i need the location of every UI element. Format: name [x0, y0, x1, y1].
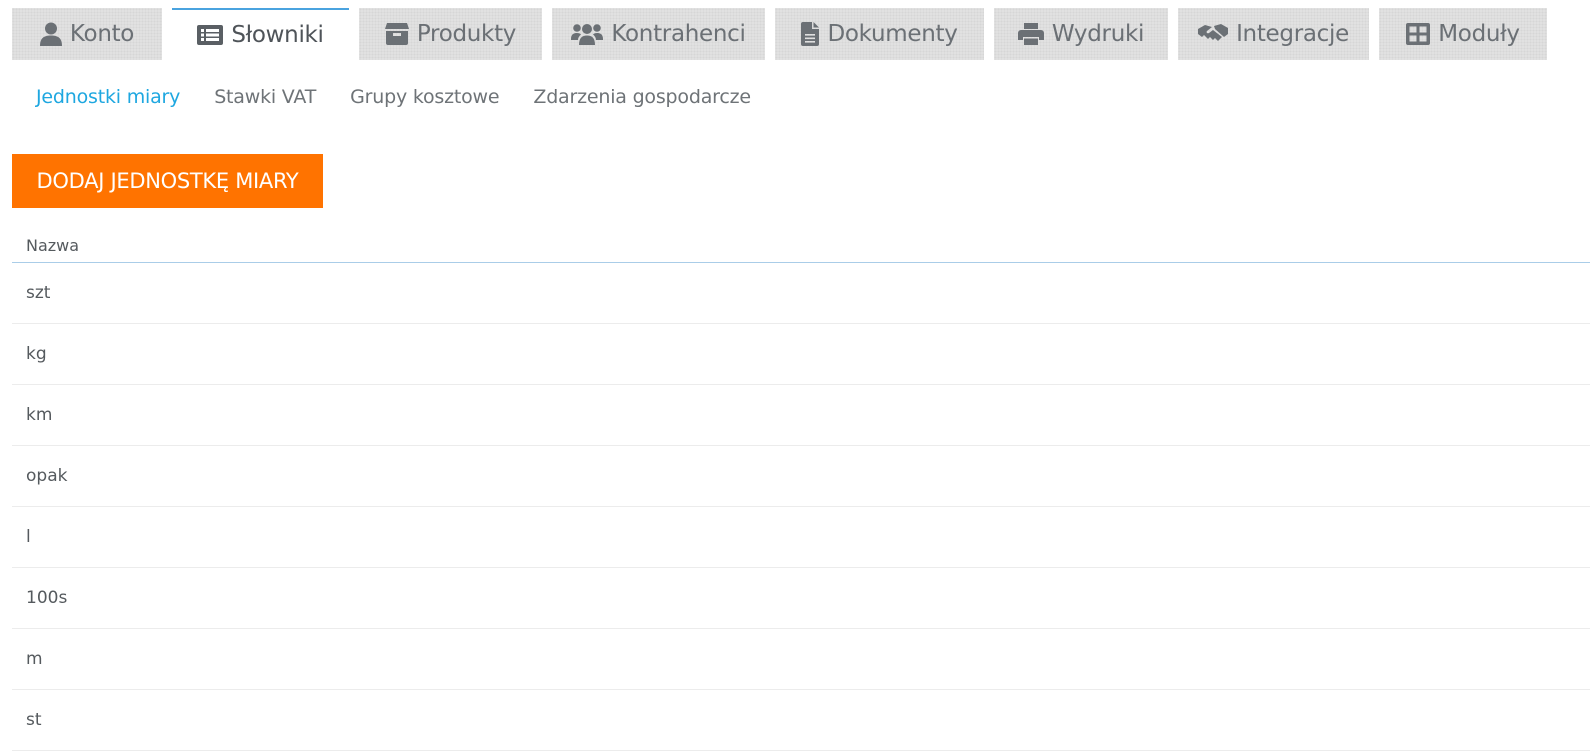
subtab-jednostki-miary[interactable]: Jednostki miary [36, 86, 180, 108]
subtab-stawki-vat[interactable]: Stawki VAT [214, 86, 316, 108]
tab-moduly[interactable]: Moduły [1379, 8, 1547, 60]
tab-kontrahenci[interactable]: Kontrahenci [552, 8, 765, 60]
main-tabs: Konto Słowniki Produkty Kontrahenci Doku… [12, 8, 1547, 60]
table-row[interactable]: opak [12, 446, 1590, 507]
tab-konto[interactable]: Konto [12, 8, 162, 60]
table-row[interactable]: kg [12, 324, 1590, 385]
tab-label: Kontrahenci [611, 21, 746, 47]
tab-label: Produkty [416, 21, 517, 47]
table-row[interactable]: st [12, 690, 1590, 751]
table-row[interactable]: 100s [12, 568, 1590, 629]
sub-navigation: Jednostki miary Stawki VAT Grupy kosztow… [36, 82, 785, 112]
tab-label: Słowniki [231, 22, 324, 48]
user-icon [39, 22, 62, 46]
box-icon [384, 23, 409, 45]
subtab-zdarzenia-gospodarcze[interactable]: Zdarzenia gospodarcze [533, 86, 751, 108]
table-row[interactable]: l [12, 507, 1590, 568]
add-unit-button[interactable]: DODAJ JEDNOSTKĘ MIARY [12, 154, 323, 208]
table-row[interactable]: km [12, 385, 1590, 446]
column-header-nazwa[interactable]: Nazwa [12, 228, 1590, 263]
tab-produkty[interactable]: Produkty [359, 8, 542, 60]
subtab-grupy-kosztowe[interactable]: Grupy kosztowe [350, 86, 499, 108]
printer-icon [1017, 23, 1044, 45]
users-icon [571, 23, 604, 45]
handshake-icon [1198, 23, 1229, 45]
document-icon [801, 22, 820, 46]
list-icon [197, 25, 224, 45]
units-table: Nazwa szt kg km opak l 100s m st [12, 228, 1590, 751]
table-row[interactable]: szt [12, 263, 1590, 324]
tab-label: Konto [69, 21, 135, 47]
grid-icon [1406, 23, 1431, 45]
tab-dokumenty[interactable]: Dokumenty [775, 8, 984, 60]
tab-slowniki[interactable]: Słowniki [172, 8, 349, 60]
tab-label: Wydruki [1051, 21, 1145, 47]
tab-integracje[interactable]: Integracje [1178, 8, 1369, 60]
tab-label: Integracje [1236, 21, 1349, 47]
tab-wydruki[interactable]: Wydruki [994, 8, 1168, 60]
tab-label: Dokumenty [827, 21, 958, 47]
table-row[interactable]: m [12, 629, 1590, 690]
tab-label: Moduły [1438, 21, 1520, 47]
